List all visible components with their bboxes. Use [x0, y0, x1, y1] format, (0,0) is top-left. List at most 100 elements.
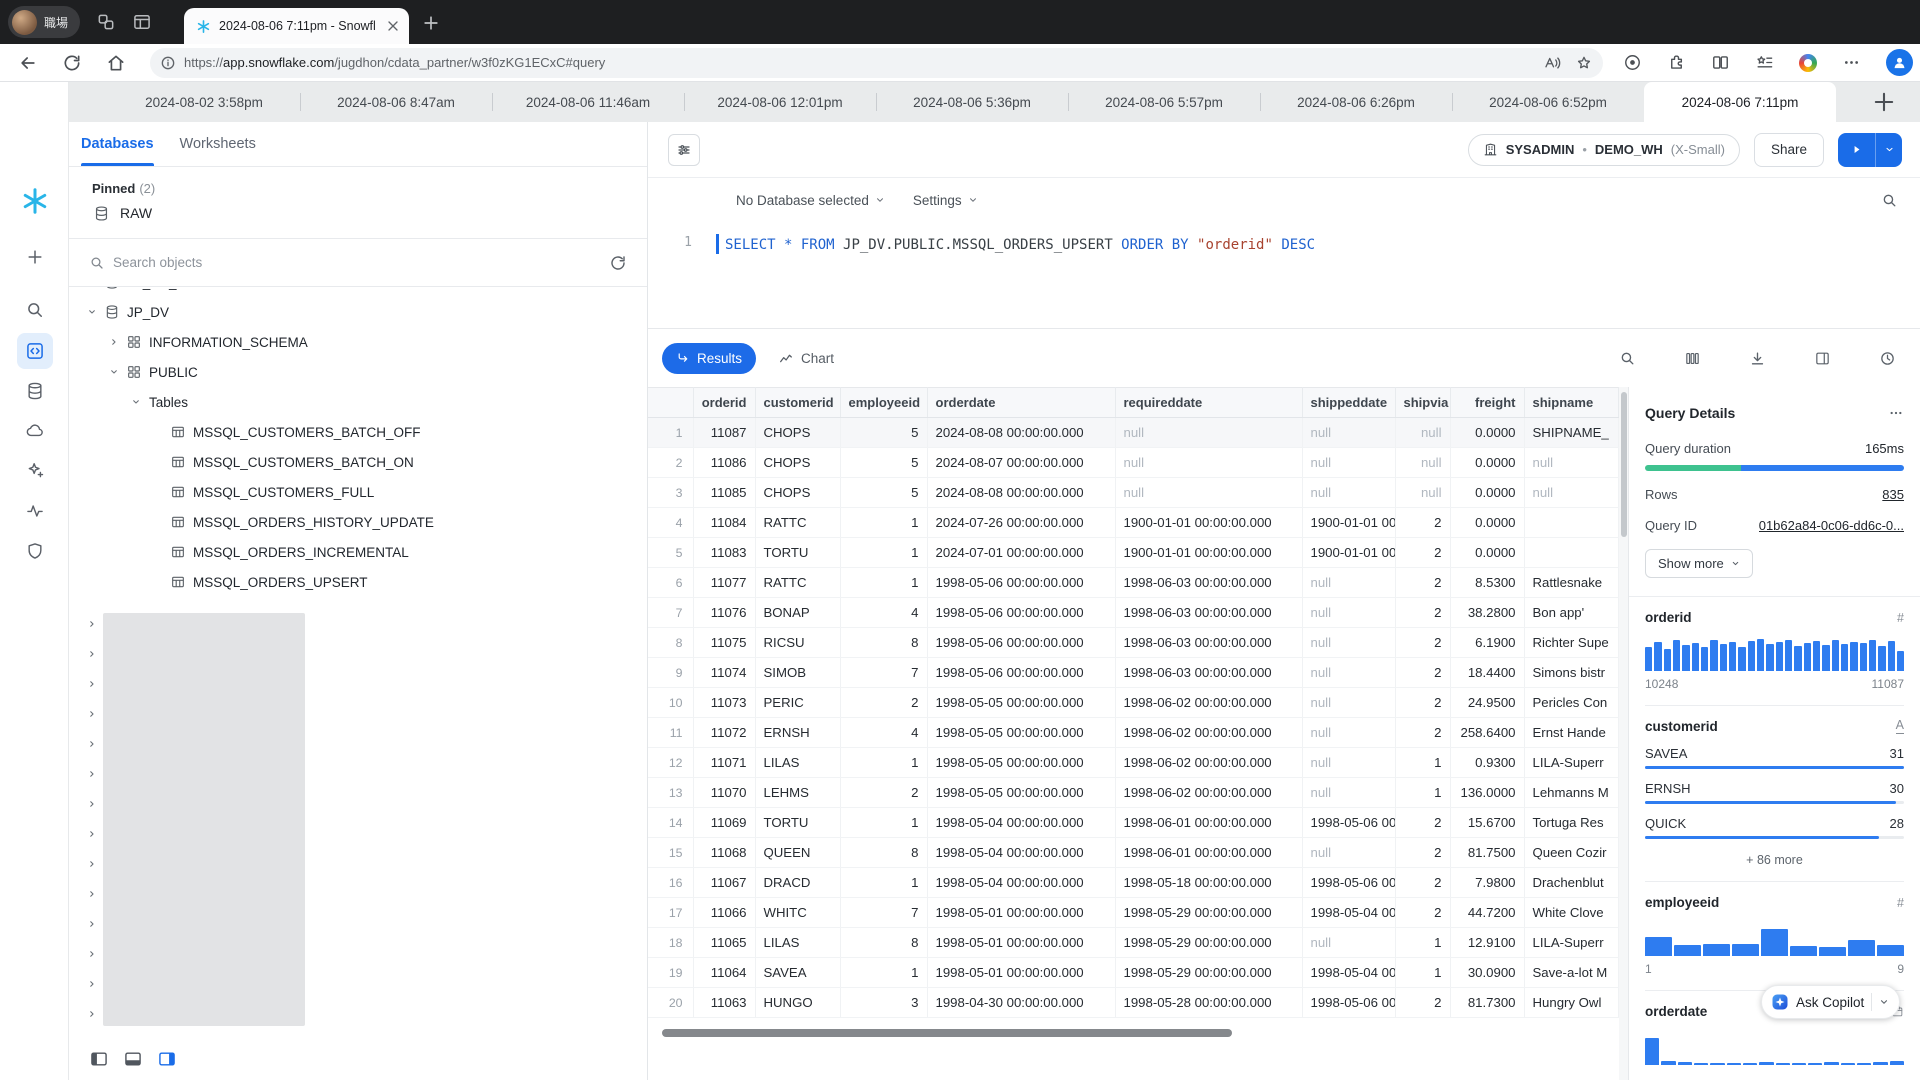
cell-freight[interactable]: 7.9800 [1450, 868, 1524, 898]
worksheet-tab[interactable]: 2024-08-06 5:36pm [876, 82, 1068, 122]
search-objects-input[interactable] [113, 255, 601, 270]
cell-requireddate[interactable]: 1998-05-28 00:00:00.000 [1115, 988, 1302, 1018]
cell-customerid[interactable]: CHOPS [755, 418, 840, 448]
worksheet-tab[interactable]: 2024-08-06 5:57pm [1068, 82, 1260, 122]
extensions-icon[interactable] [1667, 53, 1686, 72]
cell-customerid[interactable]: SAVEA [755, 958, 840, 988]
row-number-cell[interactable]: 6 [648, 568, 693, 598]
tree-item-jp_dv[interactable]: JP_DV [69, 297, 647, 327]
cell-customerid[interactable]: PERIC [755, 688, 840, 718]
cell-shipname[interactable]: Lehmanns M [1524, 778, 1619, 808]
horizontal-scrollbar-thumb[interactable] [662, 1029, 1232, 1037]
cell-shipname[interactable]: Rattlesnake [1524, 568, 1619, 598]
cell-employeeid[interactable]: 4 [840, 598, 927, 628]
address-bar[interactable]: https://app.snowflake.com/jugdhon/cdata_… [150, 48, 1603, 78]
home-icon[interactable] [106, 53, 126, 73]
row-number-cell[interactable]: 11 [648, 718, 693, 748]
cell-shippeddate[interactable]: null [1302, 598, 1395, 628]
cell-shipname[interactable]: Drachenblut [1524, 868, 1619, 898]
cell-orderid[interactable]: 11084 [693, 508, 755, 538]
cell-orderdate[interactable]: 1998-05-06 00:00:00.000 [927, 628, 1115, 658]
tab-worksheets[interactable]: Worksheets [180, 122, 256, 166]
run-button[interactable] [1838, 133, 1876, 167]
column-header-shipvia[interactable]: shipvia [1395, 388, 1450, 418]
copilot-chevron-icon[interactable] [1879, 997, 1889, 1007]
tree-item-public[interactable]: PUBLIC [69, 357, 647, 387]
cell-orderdate[interactable]: 1998-05-05 00:00:00.000 [927, 718, 1115, 748]
cell-shippeddate[interactable]: null [1302, 658, 1395, 688]
cell-freight[interactable]: 0.0000 [1450, 418, 1524, 448]
row-number-cell[interactable]: 20 [648, 988, 693, 1018]
rail-ai-ml-icon[interactable] [17, 452, 53, 488]
row-number-cell[interactable]: 5 [648, 538, 693, 568]
query-details-menu-icon[interactable] [1888, 405, 1904, 421]
browser-tab[interactable]: 2024-08-06 7:11pm - Snowfl [184, 8, 409, 44]
cell-employeeid[interactable]: 8 [840, 838, 927, 868]
cell-customerid[interactable]: ERNSH [755, 718, 840, 748]
back-icon[interactable] [18, 53, 38, 73]
cell-shipvia[interactable]: 1 [1395, 778, 1450, 808]
tree-item-mssql_orders_incremental[interactable]: MSSQL_ORDERS_INCREMENTAL [69, 537, 647, 567]
tab-chart[interactable]: Chart [778, 350, 834, 366]
cell-orderdate[interactable]: 2024-08-08 00:00:00.000 [927, 418, 1115, 448]
cell-shipname[interactable]: Richter Supe [1524, 628, 1619, 658]
cell-employeeid[interactable]: 2 [840, 778, 927, 808]
cell-shippeddate[interactable]: null [1302, 418, 1395, 448]
cell-shipname[interactable]: Queen Cozir [1524, 838, 1619, 868]
cell-employeeid[interactable]: 2 [840, 688, 927, 718]
cell-shippeddate[interactable]: 1998-05-06 00:00:00.000 [1302, 808, 1395, 838]
vertical-scrollbar[interactable] [1619, 387, 1628, 1080]
cell-requireddate[interactable]: 1998-05-18 00:00:00.000 [1115, 868, 1302, 898]
row-number-cell[interactable]: 17 [648, 898, 693, 928]
row-number-cell[interactable]: 7 [648, 598, 693, 628]
editor-settings-dropdown[interactable]: Settings [913, 193, 978, 208]
cell-employeeid[interactable]: 8 [840, 628, 927, 658]
cell-requireddate[interactable]: 1998-06-03 00:00:00.000 [1115, 658, 1302, 688]
snowflake-logo-icon[interactable] [17, 183, 53, 219]
cell-orderid[interactable]: 11086 [693, 448, 755, 478]
cell-orderid[interactable]: 11072 [693, 718, 755, 748]
cell-shipvia[interactable]: 2 [1395, 568, 1450, 598]
rail-search-icon[interactable] [17, 292, 53, 328]
new-worksheet-icon[interactable] [1870, 88, 1898, 116]
cell-orderdate[interactable]: 1998-05-01 00:00:00.000 [927, 928, 1115, 958]
pinned-item-raw[interactable]: RAW [69, 196, 647, 230]
cell-orderid[interactable]: 11070 [693, 778, 755, 808]
cell-requireddate[interactable]: 1998-06-02 00:00:00.000 [1115, 778, 1302, 808]
cell-customerid[interactable]: LEHMS [755, 778, 840, 808]
cell-shipname[interactable]: LILA-Superr [1524, 928, 1619, 958]
worksheet-tab[interactable]: 2024-08-06 7:11pm [1644, 82, 1836, 122]
cell-customerid[interactable]: SIMOB [755, 658, 840, 688]
cell-freight[interactable]: 6.1900 [1450, 628, 1524, 658]
cell-shipvia[interactable]: 1 [1395, 928, 1450, 958]
cell-shipname[interactable]: Simons bistr [1524, 658, 1619, 688]
cell-employeeid[interactable]: 1 [840, 808, 927, 838]
cell-employeeid[interactable]: 5 [840, 448, 927, 478]
cell-orderdate[interactable]: 1998-05-06 00:00:00.000 [927, 658, 1115, 688]
cell-shipname[interactable]: Pericles Con [1524, 688, 1619, 718]
worksheet-tab[interactable]: 2024-08-06 6:52pm [1452, 82, 1644, 122]
cell-orderdate[interactable]: 1998-05-06 00:00:00.000 [927, 598, 1115, 628]
cell-orderdate[interactable]: 1998-05-04 00:00:00.000 [927, 838, 1115, 868]
cell-shipvia[interactable]: 2 [1395, 628, 1450, 658]
row-number-cell[interactable]: 18 [648, 928, 693, 958]
cell-orderid[interactable]: 11068 [693, 838, 755, 868]
cell-shipvia[interactable]: 2 [1395, 598, 1450, 628]
cell-shipname[interactable]: Bon app' [1524, 598, 1619, 628]
share-button[interactable]: Share [1754, 133, 1824, 167]
cell-requireddate[interactable]: 1998-05-29 00:00:00.000 [1115, 898, 1302, 928]
cell-freight[interactable]: 0.9300 [1450, 748, 1524, 778]
query-history-icon[interactable] [1879, 350, 1896, 367]
worksheet-tab[interactable]: 2024-08-06 6:26pm [1260, 82, 1452, 122]
cell-employeeid[interactable]: 3 [840, 988, 927, 1018]
row-number-cell[interactable]: 9 [648, 658, 693, 688]
search-results-icon[interactable] [1619, 350, 1636, 367]
cell-shipvia[interactable]: 1 [1395, 958, 1450, 988]
cell-shippeddate[interactable]: null [1302, 448, 1395, 478]
cell-orderdate[interactable]: 2024-07-26 00:00:00.000 [927, 508, 1115, 538]
cell-orderid[interactable]: 11063 [693, 988, 755, 1018]
cell-customerid[interactable]: TORTU [755, 538, 840, 568]
cell-orderid[interactable]: 11071 [693, 748, 755, 778]
cell-shipname[interactable]: null [1524, 478, 1619, 508]
cell-shipvia[interactable]: 2 [1395, 868, 1450, 898]
